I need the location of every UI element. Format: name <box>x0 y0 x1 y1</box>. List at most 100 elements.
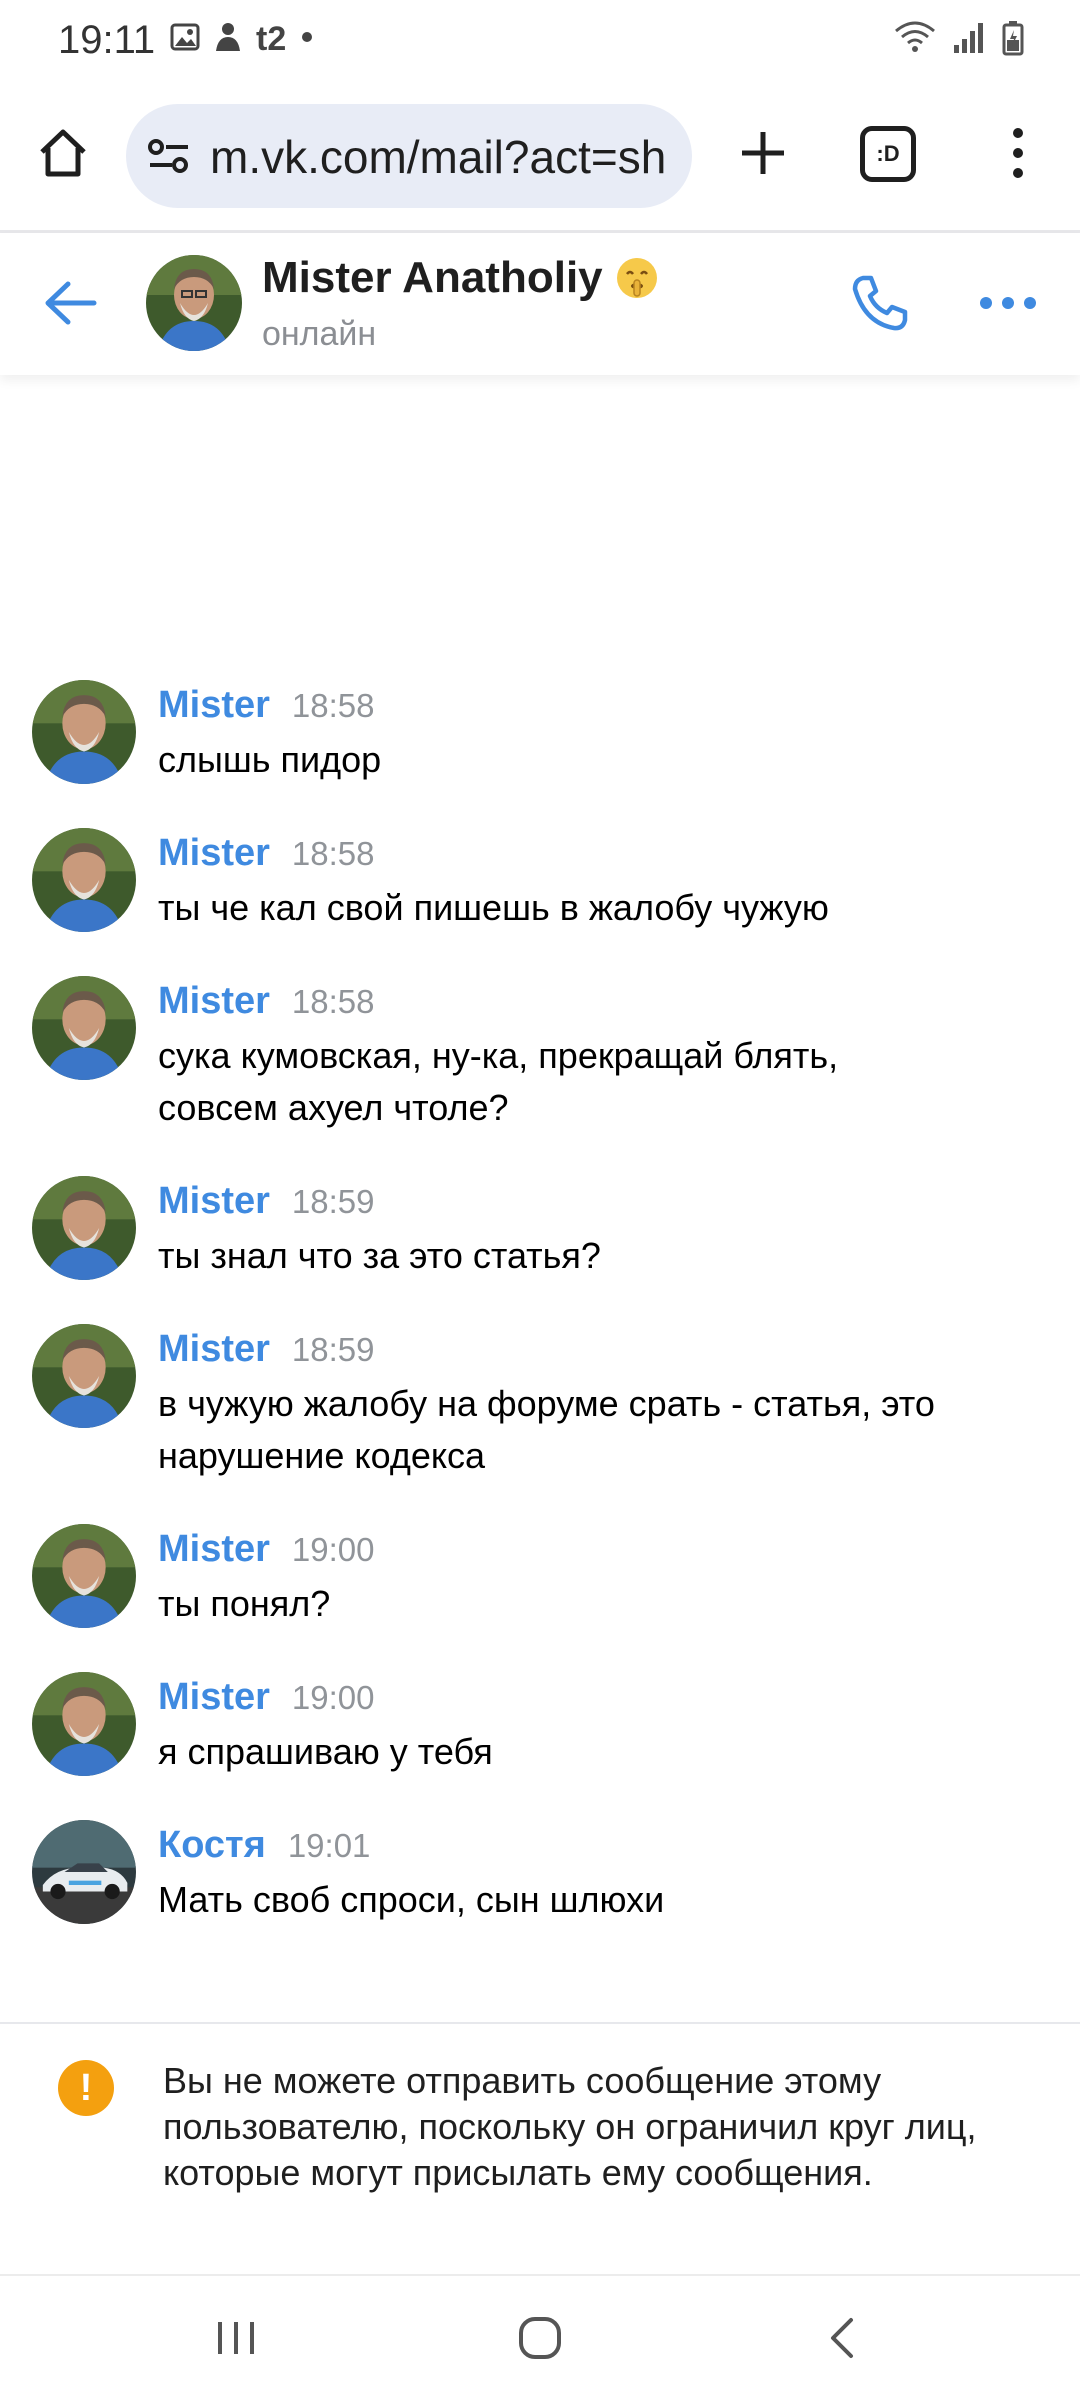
home-nav-button[interactable] <box>500 2310 580 2370</box>
horizontal-dots-icon <box>979 296 1037 315</box>
message-author[interactable]: Mister <box>158 980 270 1023</box>
avatar[interactable] <box>32 976 136 1080</box>
url-text: m.vk.com/mail?act=sh <box>210 131 667 183</box>
chevron-left-icon <box>827 2316 857 2365</box>
dot-icon <box>300 30 314 49</box>
avatar[interactable] <box>32 1672 136 1776</box>
avatar[interactable] <box>146 255 242 351</box>
message-meta: Mister 19:00 <box>158 1528 375 1576</box>
message-time: 19:00 <box>291 1679 375 1716</box>
message-text: ты че кал свой пишешь в жалобу чужую <box>158 887 829 928</box>
gallery-icon <box>170 22 200 57</box>
message[interactable]: Mister 18:59 ты знал что за это статья? <box>0 1176 1080 1282</box>
new-tab-button[interactable] <box>730 122 796 188</box>
status-bar: 19:11 t2 <box>0 0 1080 80</box>
message-author[interactable]: Костя <box>158 1824 266 1867</box>
online-status: онлайн <box>262 315 377 353</box>
message-body: Mister 18:58 ты че кал свой пишешь в жал… <box>158 828 829 934</box>
phone-icon <box>849 272 911 339</box>
shushing-face-emoji-icon <box>615 256 659 300</box>
message-text: ты понял? <box>158 1583 331 1624</box>
back-button[interactable] <box>38 273 102 337</box>
avatar[interactable] <box>32 1324 136 1428</box>
message-meta: Mister 18:58 <box>158 832 829 880</box>
message-body: Mister 19:00 я спрашиваю у тебя <box>158 1672 493 1778</box>
home-circle-icon <box>516 2314 564 2367</box>
message[interactable]: Mister 18:59 в чужую жалобу на форуме ср… <box>0 1324 1080 1482</box>
home-button[interactable] <box>30 122 96 188</box>
status-icons-right <box>894 20 1024 61</box>
contact-name-text: Mister Anatholiy <box>262 253 603 302</box>
browser-toolbar: m.vk.com/mail?act=sh :D <box>0 80 1080 233</box>
plus-icon <box>738 128 788 183</box>
message-meta: Mister 18:59 <box>158 1328 935 1376</box>
message-author[interactable]: Mister <box>158 1528 270 1571</box>
avatar[interactable] <box>32 828 136 932</box>
message-body: Mister 18:59 в чужую жалобу на форуме ср… <box>158 1324 935 1482</box>
message-time: 18:59 <box>291 1183 375 1220</box>
message-author[interactable]: Mister <box>158 684 270 727</box>
message-meta: Mister 18:58 <box>158 980 838 1028</box>
call-button[interactable] <box>846 271 914 339</box>
message[interactable]: Mister 18:58 слышь пидор <box>0 680 1080 786</box>
message-time: 19:00 <box>291 1531 375 1568</box>
message-body: Mister 19:00 ты понял? <box>158 1524 375 1630</box>
message-time: 18:58 <box>291 983 375 1020</box>
message-author[interactable]: Mister <box>158 1328 270 1371</box>
notice-text: Вы не можете отправить сообщение этому п… <box>163 2060 977 2193</box>
message-time: 18:58 <box>291 835 375 872</box>
message-author[interactable]: Mister <box>158 1676 270 1719</box>
cannot-send-notice: ! Вы не можете отправить сообщение этому… <box>0 2022 1080 2276</box>
signal-icon <box>952 21 986 60</box>
message-list: Mister 18:58 слышь пидор Mister 18:58 ты… <box>0 680 1080 1968</box>
recent-apps-icon <box>214 2318 258 2363</box>
battery-icon <box>1002 20 1024 61</box>
message-body: Костя 19:01 Мать своб спроси, сын шлюхи <box>158 1820 664 1926</box>
message-body: Mister 18:58 сука кумовская, ну-ка, прек… <box>158 976 838 1134</box>
site-settings-icon[interactable] <box>146 136 192 181</box>
message-text: в чужую жалобу на форуме срать - статья,… <box>158 1383 935 1476</box>
more-options-button[interactable] <box>972 273 1044 337</box>
message[interactable]: Mister 18:58 сука кумовская, ну-ка, прек… <box>0 976 1080 1134</box>
message[interactable]: Mister 19:00 ты понял? <box>0 1524 1080 1630</box>
message-meta: Mister 18:59 <box>158 1180 601 1228</box>
message-time: 18:58 <box>291 687 375 724</box>
message-text: слышь пидор <box>158 739 382 780</box>
message-meta: Костя 19:01 <box>158 1824 664 1872</box>
avatar[interactable] <box>32 1524 136 1628</box>
wifi-icon <box>894 21 936 60</box>
message-body: Mister 18:58 слышь пидор <box>158 680 381 786</box>
message-author[interactable]: Mister <box>158 832 270 875</box>
message-author[interactable]: Mister <box>158 1180 270 1223</box>
home-icon <box>36 126 90 185</box>
back-nav-button[interactable] <box>802 2310 882 2370</box>
message[interactable]: Mister 19:00 я спрашиваю у тебя <box>0 1672 1080 1778</box>
url-bar[interactable]: m.vk.com/mail?act=sh <box>126 104 692 208</box>
avatar[interactable] <box>32 680 136 784</box>
notification-person-icon <box>214 21 242 58</box>
message-time: 18:59 <box>291 1331 375 1368</box>
t2-icon: t2 <box>256 20 287 58</box>
message-text: я спрашиваю у тебя <box>158 1731 493 1772</box>
status-time: 19:11 <box>58 18 156 62</box>
message-text: сука кумовская, ну-ка, прекращай блять, … <box>158 1035 839 1128</box>
contact-name[interactable]: Mister Anatholiy <box>262 253 659 303</box>
warning-icon: ! <box>58 2060 114 2116</box>
browser-menu-button[interactable] <box>990 122 1046 188</box>
arrow-left-icon <box>42 278 98 333</box>
message-text: ты знал что за это статья? <box>158 1235 601 1276</box>
system-nav-bar <box>0 2274 1080 2402</box>
message-body: Mister 18:59 ты знал что за это статья? <box>158 1176 601 1282</box>
tab-switcher-button[interactable]: :D <box>860 126 916 182</box>
chat-header: Mister Anatholiy онлайн <box>0 233 1080 375</box>
status-icons-left: t2 <box>170 20 314 59</box>
message-time: 19:01 <box>287 1827 371 1864</box>
message-text: Мать своб спроси, сын шлюхи <box>158 1879 665 1920</box>
avatar[interactable] <box>32 1176 136 1280</box>
message-meta: Mister 18:58 <box>158 684 381 732</box>
message[interactable]: Mister 18:58 ты че кал свой пишешь в жал… <box>0 828 1080 934</box>
avatar[interactable] <box>32 1820 136 1924</box>
message[interactable]: Костя 19:01 Мать своб спроси, сын шлюхи <box>0 1820 1080 1926</box>
vertical-dots-icon <box>1011 125 1025 186</box>
recent-apps-button[interactable] <box>196 2310 276 2370</box>
